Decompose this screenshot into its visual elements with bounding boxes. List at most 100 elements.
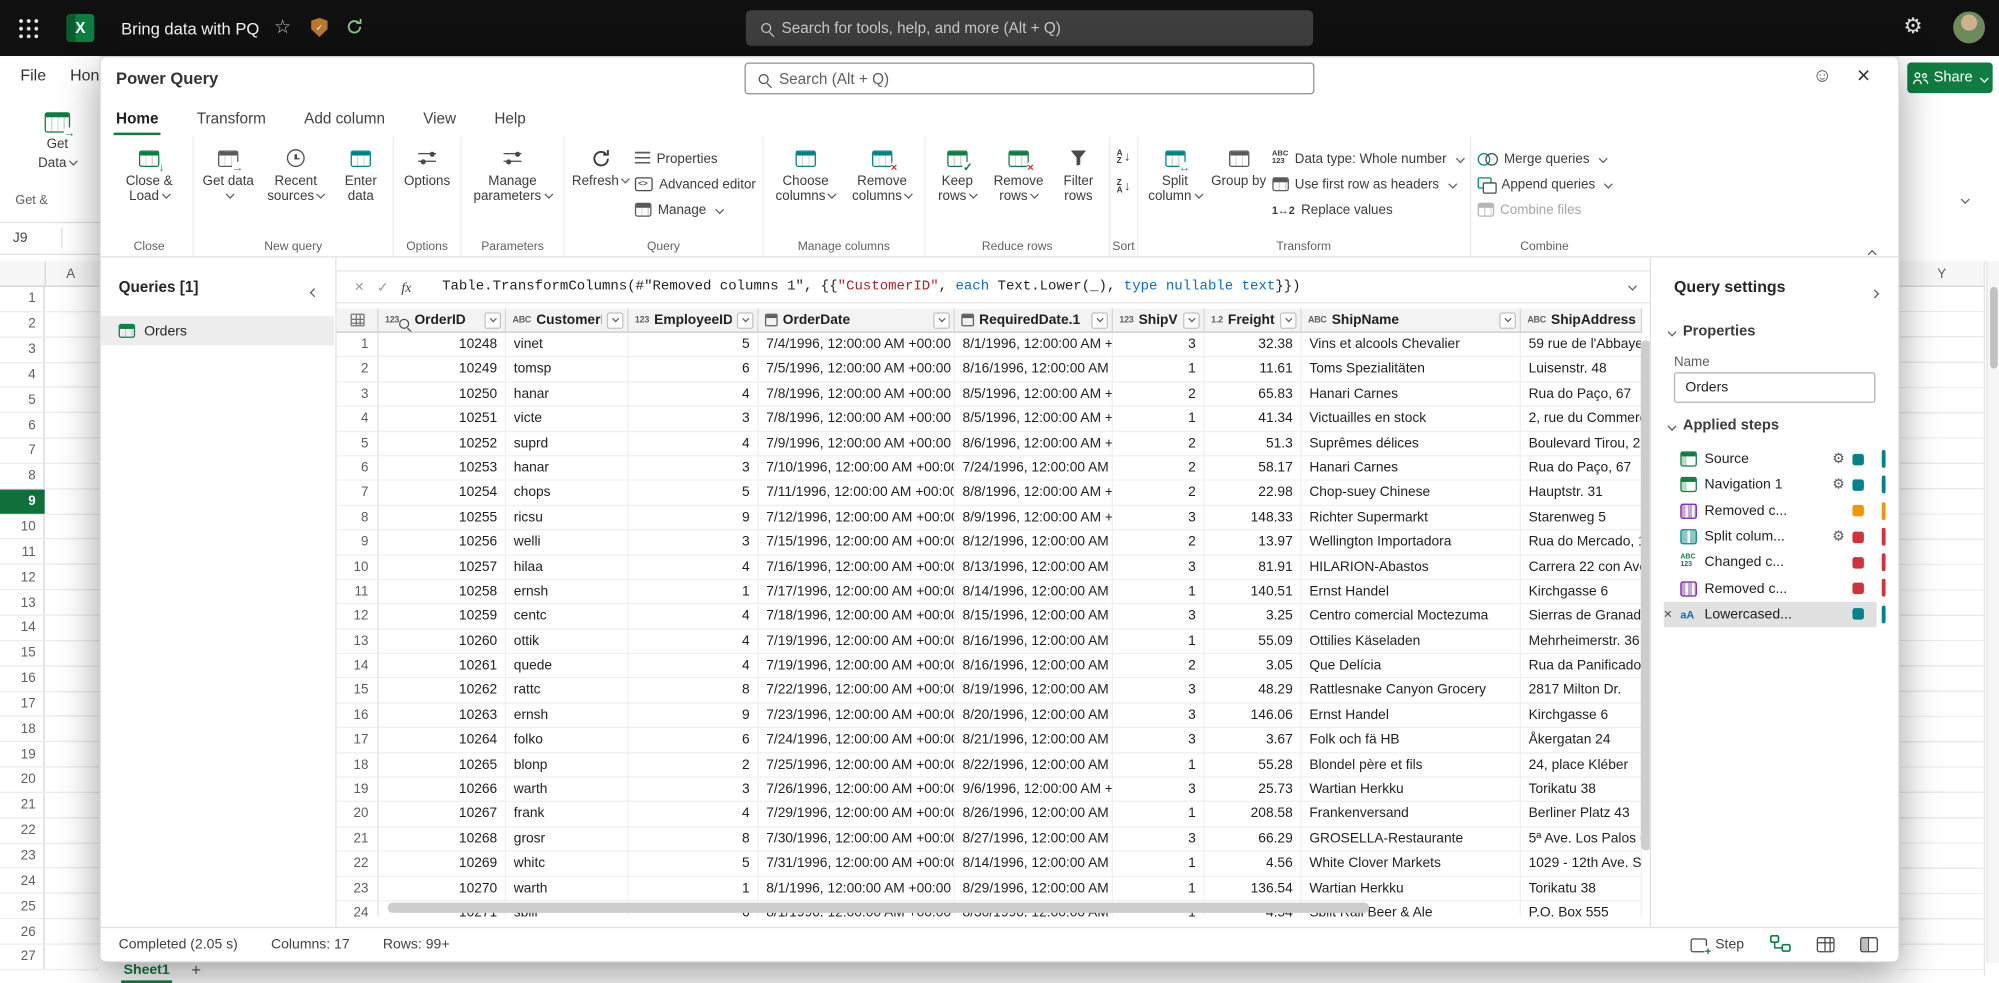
schema-view-icon[interactable] [1860, 937, 1878, 952]
cell[interactable]: Wartian Herkku [1302, 877, 1521, 902]
cell[interactable]: ernsh [506, 704, 628, 729]
cell[interactable]: 7/31/1996, 12:00:00 AM +00:00 [759, 852, 955, 877]
cell[interactable]: Vins et alcools Chevalier [1302, 333, 1521, 358]
cell[interactable]: 10257 [379, 555, 506, 580]
applied-step[interactable]: ×Changed c... [1664, 550, 1877, 576]
cell[interactable]: 8/14/1996, 12:00:00 AM +00:00 [955, 580, 1113, 605]
cell[interactable]: 1 [1113, 802, 1205, 827]
cell[interactable]: 7/24/1996, 12:00:00 AM +00:00 [759, 728, 955, 753]
group-by-button[interactable]: Group by [1211, 144, 1267, 189]
excel-row-header-17[interactable]: 17 [0, 692, 99, 717]
cell[interactable]: 13.97 [1205, 531, 1302, 556]
cell[interactable]: 8/19/1996, 12:00:00 AM +00:00 [955, 679, 1113, 704]
cell[interactable]: Kirchgasse 6 [1521, 704, 1642, 729]
cell[interactable]: 2 [1113, 432, 1205, 457]
cell[interactable]: Blondel père et fils [1302, 753, 1521, 778]
merge-queries-button[interactable]: Merge queries [1477, 148, 1612, 170]
row-number[interactable]: 7 [337, 481, 379, 506]
cell[interactable]: 8/14/1996, 12:00:00 AM +00:00 [955, 852, 1113, 877]
row-number[interactable]: 1 [337, 333, 379, 358]
remove-rows-button[interactable]: Remove rows [988, 144, 1049, 204]
cell[interactable]: Rua do Mercado, 1 [1521, 531, 1642, 556]
favorite-star-icon[interactable] [274, 15, 291, 39]
cell[interactable]: 55.09 [1205, 629, 1302, 654]
query-name-input[interactable]: Orders [1674, 372, 1875, 403]
cell[interactable]: tomsp [506, 357, 628, 382]
cell[interactable]: 11.61 [1205, 357, 1302, 382]
cell[interactable]: 1 [1113, 852, 1205, 877]
filter-button[interactable] [484, 312, 501, 329]
cell[interactable]: Richter Supermarkt [1302, 506, 1521, 531]
cell[interactable]: 10250 [379, 382, 506, 407]
tab-view[interactable]: View [421, 101, 459, 137]
cell[interactable]: HILARION-Abastos [1302, 555, 1521, 580]
cell[interactable]: Hanari Carnes [1302, 456, 1521, 481]
excel-vertical-scrollbar[interactable] [1986, 261, 1999, 962]
cell[interactable]: 3 [629, 456, 759, 481]
cell[interactable]: 8/12/1996, 12:00:00 AM +00:00 [955, 531, 1113, 556]
cell[interactable]: 5 [629, 481, 759, 506]
data-view-icon[interactable] [1817, 937, 1835, 952]
cell[interactable]: 7/12/1996, 12:00:00 AM +00:00 [759, 506, 955, 531]
cell[interactable]: 1 [629, 580, 759, 605]
cell[interactable]: Ernst Handel [1302, 704, 1521, 729]
cell[interactable]: 3 [629, 531, 759, 556]
diagram-view-icon[interactable] [1770, 934, 1792, 956]
cell[interactable]: 51.3 [1205, 432, 1302, 457]
cell[interactable]: 148.33 [1205, 506, 1302, 531]
cell[interactable]: Ernst Handel [1302, 580, 1521, 605]
delete-step-icon[interactable]: × [1664, 607, 1681, 622]
cell[interactable]: 7/22/1996, 12:00:00 AM +00:00 [759, 679, 955, 704]
cell[interactable]: 8/13/1996, 12:00:00 AM +00:00 [955, 555, 1113, 580]
cell[interactable]: 10262 [379, 679, 506, 704]
cell[interactable]: 4 [629, 555, 759, 580]
step-button[interactable]: Step [1691, 937, 1744, 952]
cell[interactable]: 10267 [379, 802, 506, 827]
cell[interactable]: Boulevard Tirou, 25 [1521, 432, 1642, 457]
properties-section-header[interactable]: Properties [1669, 324, 1756, 339]
cell[interactable]: Hauptstr. 31 [1521, 481, 1642, 506]
filter-button[interactable] [737, 312, 754, 329]
row-number[interactable]: 9 [337, 531, 379, 556]
cell[interactable]: 5ª Ave. Los Palos G [1521, 827, 1642, 852]
cell[interactable]: 10255 [379, 506, 506, 531]
cell[interactable]: blonp [506, 753, 628, 778]
queries-collapse-chevron[interactable] [307, 282, 317, 305]
cell[interactable]: 8/5/1996, 12:00:00 AM +00:00 [955, 382, 1113, 407]
filter-button[interactable] [1280, 312, 1297, 329]
excel-menu-file[interactable]: File [20, 66, 46, 84]
cell[interactable]: Rua do Paço, 67 [1521, 456, 1642, 481]
row-number[interactable]: 5 [337, 432, 379, 457]
cell[interactable]: 3 [1113, 605, 1205, 630]
cell[interactable]: 6 [629, 357, 759, 382]
row-number[interactable]: 22 [337, 852, 379, 877]
excel-row-header-12[interactable]: 12 [0, 565, 99, 590]
cell[interactable]: Centro comercial Moctezuma [1302, 605, 1521, 630]
cell[interactable]: 3.25 [1205, 605, 1302, 630]
cell[interactable]: 3 [1113, 555, 1205, 580]
cell[interactable]: 6 [629, 728, 759, 753]
cell[interactable]: 7/25/1996, 12:00:00 AM +00:00 [759, 753, 955, 778]
column-header-ShipName[interactable]: ABCShipName [1302, 309, 1521, 333]
cell[interactable]: 1 [1113, 407, 1205, 432]
excel-row-header-5[interactable]: 5 [0, 388, 99, 413]
cell[interactable]: ernsh [506, 580, 628, 605]
row-number[interactable]: 10 [337, 555, 379, 580]
cell[interactable]: 3 [1113, 506, 1205, 531]
account-avatar[interactable] [1953, 11, 1985, 43]
cell[interactable]: Berliner Platz 43 [1521, 802, 1642, 827]
keep-rows-button[interactable]: Keep rows [932, 144, 983, 204]
cell[interactable]: 4.56 [1205, 852, 1302, 877]
cell[interactable]: vinet [506, 333, 628, 358]
cell[interactable]: warth [506, 877, 628, 902]
cell[interactable]: 1 [1113, 629, 1205, 654]
excel-row-header-24[interactable]: 24 [0, 869, 99, 894]
sensitivity-shield-icon[interactable] [311, 18, 328, 37]
cell[interactable]: 7/8/1996, 12:00:00 AM +00:00 [759, 407, 955, 432]
cell[interactable]: 2 [1113, 481, 1205, 506]
cell[interactable]: 136.54 [1205, 877, 1302, 902]
excel-row-header-13[interactable]: 13 [0, 590, 99, 615]
cell[interactable]: 4 [629, 629, 759, 654]
row-number[interactable]: 21 [337, 827, 379, 852]
cell[interactable]: 2817 Milton Dr. [1521, 679, 1642, 704]
